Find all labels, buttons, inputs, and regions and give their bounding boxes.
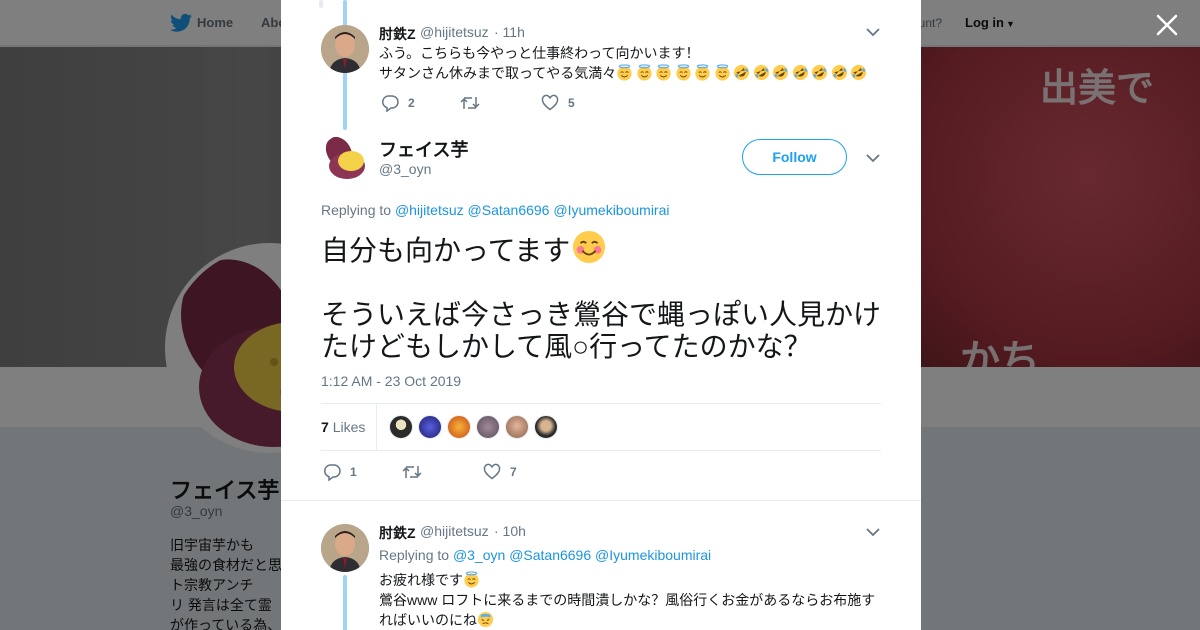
retweet-action[interactable] — [460, 94, 480, 112]
angel-face-icon — [695, 64, 710, 81]
mention-link[interactable]: @Satan6696 — [509, 547, 591, 563]
chevron-down-icon[interactable] — [866, 153, 880, 163]
like-action[interactable]: 7 — [483, 463, 517, 481]
rofl-face-icon — [753, 64, 769, 81]
stats-divider — [376, 404, 377, 450]
angel-face-icon — [637, 64, 652, 81]
thread-connector — [319, 0, 323, 8]
tweet-author-name[interactable]: フェイス芋 — [379, 136, 468, 162]
person-photo-icon — [321, 524, 369, 572]
liker-avatar[interactable] — [418, 415, 442, 439]
tweet-text: お疲れ様です 鶯谷www ロフトに来るまでの時間潰しかな？風俗行くお金があるなら… — [379, 570, 875, 630]
tweet-separator — [281, 500, 921, 501]
tweet-author-handle[interactable]: @hijitetsuz — [420, 523, 489, 539]
follow-button[interactable]: Follow — [742, 139, 847, 175]
tweet-author-name[interactable]: 肘鉄Z — [379, 523, 416, 543]
tweet-text-line: 鶯谷www ロフトに来るまでの時間潰しかな？風俗行くお金があるならお布施す — [379, 592, 876, 608]
tweet-text-line: お疲れ様です — [379, 570, 875, 590]
tweet-date[interactable]: 1:12 AM - 23 Oct 2019 — [321, 373, 461, 389]
replying-to-label: Replying to — [379, 547, 450, 563]
angel-face-icon — [464, 571, 479, 588]
tweet-text-line: ればいいのにね — [379, 610, 875, 630]
rofl-face-icon — [773, 64, 789, 81]
tweet-text-line: 自分も向かってます — [321, 230, 891, 267]
liker-avatar[interactable] — [447, 415, 471, 439]
mention-link[interactable]: @3_oyn — [453, 547, 505, 563]
reply-count: 2 — [408, 96, 415, 110]
rofl-face-icon — [831, 64, 847, 81]
tweet-stats: 7 Likes — [321, 403, 881, 451]
tweet-text-line: ふう。こちらも今やっと仕事終わって向かいます！ — [379, 45, 700, 61]
thread-connector — [343, 575, 347, 630]
mention-link[interactable]: @Iyumekiboumirai — [553, 202, 669, 218]
like-count: 7 — [510, 465, 517, 479]
angel-face-icon — [715, 64, 730, 81]
tweet-text-line-3: ればいいのにね — [379, 612, 477, 628]
tweet-text: ふう。こちらも今やっと仕事終わって向かいます！ サタンさん休みまで取ってやる気満… — [379, 43, 870, 83]
tweet-text-line-1: お疲れ様です — [379, 572, 463, 588]
tweet-author-handle[interactable]: @hijitetsuz — [420, 24, 489, 40]
avatar[interactable] — [321, 25, 369, 73]
rofl-face-icon — [851, 64, 867, 81]
heart-icon — [483, 463, 501, 480]
heart-icon — [541, 94, 559, 111]
retweet-action[interactable] — [402, 463, 422, 481]
tweet-permalink-modal: 肘鉄Z @hijitetsuz · 11h ふう。こちらも今やっと仕事終わって向… — [281, 0, 921, 630]
angel-face-icon — [617, 64, 632, 81]
mention-link[interactable]: @Iyumekiboumirai — [595, 547, 711, 563]
replying-to: Replying to @hijitetsuz @Satan6696 @Iyum… — [321, 202, 670, 218]
tweet-text-line: サタンさん休みまで取ってやる気満々 — [379, 63, 870, 83]
avatar[interactable] — [321, 134, 369, 182]
person-photo-icon — [321, 25, 369, 73]
chevron-down-icon[interactable] — [866, 27, 880, 37]
reply-action[interactable]: 2 — [381, 94, 415, 112]
rofl-face-icon — [812, 64, 828, 81]
tired-face-icon — [477, 611, 494, 628]
liker-avatar[interactable] — [476, 415, 500, 439]
likes-number: 7 — [321, 419, 329, 435]
like-action[interactable]: 5 — [541, 94, 575, 112]
replying-to-label: Replying to — [321, 202, 392, 218]
smiling-face-icon — [573, 230, 606, 264]
sweet-potato-icon — [325, 136, 365, 179]
likes-stat[interactable]: 7 Likes — [321, 419, 365, 435]
tweet-timestamp[interactable]: · 11h — [494, 24, 525, 40]
tweet-main-text: 自分も向かってます そういえば今さっき鶯谷で蝿っぽい人見かけ たけどもしかして風… — [321, 230, 891, 363]
replying-to: Replying to @3_oyn @Satan6696 @Iyumekibo… — [379, 547, 711, 563]
tweet-text-line: たけどもしかして風○行ってたのかな？ — [321, 331, 812, 362]
chevron-down-icon[interactable] — [866, 527, 880, 537]
avatar[interactable] — [321, 524, 369, 572]
liker-avatar[interactable] — [534, 415, 558, 439]
reply-count: 1 — [350, 465, 357, 479]
reply-action[interactable]: 1 — [323, 463, 357, 481]
rofl-face-icon — [792, 64, 808, 81]
mention-link[interactable]: @hijitetsuz — [395, 202, 464, 218]
tweet-text-line: そういえば今さっき鶯谷で蝿っぽい人見かけ — [321, 299, 882, 330]
tweet-text-line-2: サタンさん休みまで取ってやる気満々 — [379, 65, 617, 81]
emoji-row — [616, 64, 870, 81]
reply-icon — [381, 95, 399, 112]
mention-link[interactable]: @Satan6696 — [468, 202, 550, 218]
retweet-icon — [460, 97, 480, 109]
likes-label: Likes — [332, 419, 366, 435]
liker-avatar[interactable] — [505, 415, 529, 439]
tweet-author-name[interactable]: 肘鉄Z — [379, 24, 416, 44]
rofl-face-icon — [734, 64, 750, 81]
close-icon[interactable] — [1154, 12, 1180, 38]
retweet-icon — [402, 466, 422, 478]
liker-avatar[interactable] — [389, 415, 413, 439]
angel-face-icon — [656, 64, 671, 81]
like-count: 5 — [568, 96, 575, 110]
angel-face-icon — [676, 64, 691, 81]
tweet-timestamp[interactable]: · 10h — [494, 523, 526, 539]
tweet-text-line-1: 自分も向かってます — [321, 235, 571, 266]
reply-icon — [323, 464, 341, 481]
tweet-author-handle[interactable]: @3_oyn — [379, 161, 431, 177]
